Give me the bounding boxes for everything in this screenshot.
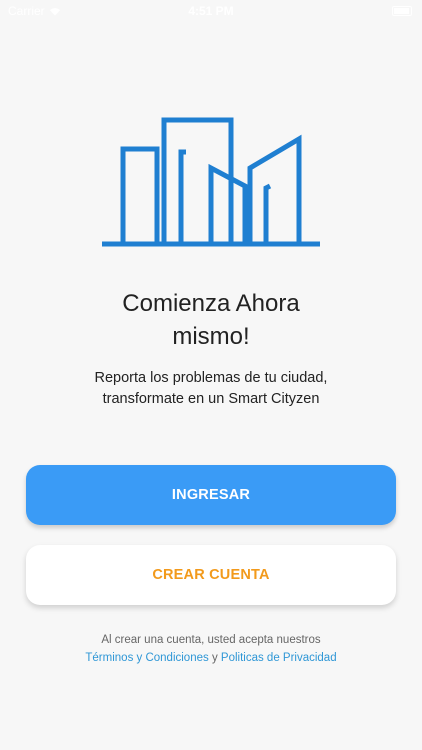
create-account-button[interactable]: CREAR CUENTA [26, 545, 396, 605]
battery-icon [392, 6, 412, 16]
subtitle-line-2: transformate en un Smart Cityzen [102, 391, 320, 407]
city-buildings-icon [102, 117, 320, 247]
subtitle-line-1: Reporta los problemas de tu ciudad, [94, 370, 328, 386]
status-bar: Carrier 4:51 PM [0, 0, 422, 22]
terms-links-line: Términos y Condiciones y Politicas de Pr… [0, 649, 422, 667]
terms-conjunction: y [211, 652, 218, 664]
status-time: 4:51 PM [188, 4, 234, 18]
title-line-1: Comienza Ahora [122, 290, 300, 317]
privacy-link[interactable]: Politicas de Privacidad [221, 652, 337, 664]
login-button[interactable]: INGRESAR [26, 465, 396, 525]
terms-prefix: Al crear una cuenta, usted acepta nuestr… [101, 634, 321, 646]
page-title: Comienza Ahora mismo! [0, 287, 422, 353]
terms-link[interactable]: Términos y Condiciones [85, 652, 208, 664]
subtitle: Reporta los problemas de tu ciudad, tran… [0, 368, 422, 410]
title-line-2: mismo! [172, 323, 250, 350]
terms-notice: Al crear una cuenta, usted acepta nuestr… [0, 631, 422, 667]
